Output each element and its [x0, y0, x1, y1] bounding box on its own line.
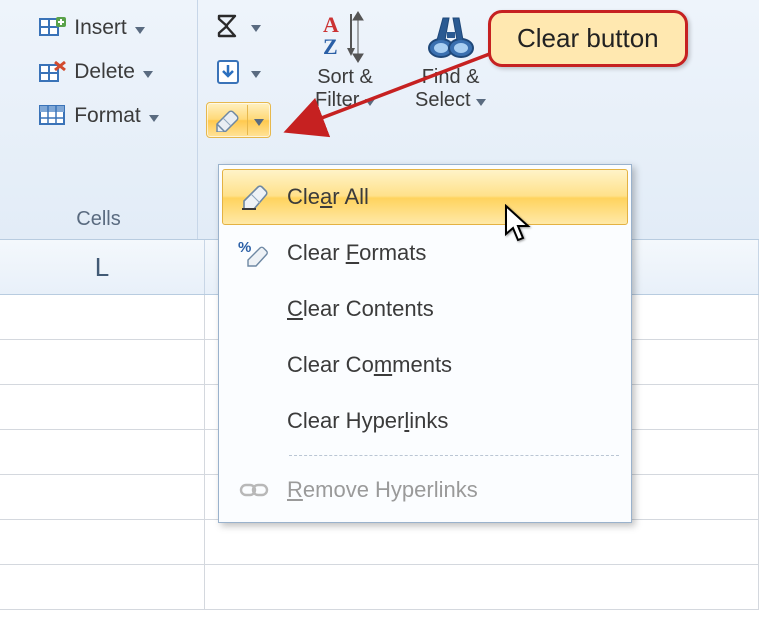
menu-label: Clear Comments [287, 352, 452, 378]
group-label-cells: Cells [76, 204, 120, 237]
delete-label: Delete [74, 60, 135, 84]
menu-label: Clear Hyperlinks [287, 408, 448, 434]
menu-label: Remove Hyperlinks [287, 477, 478, 503]
fill-button[interactable] [206, 54, 271, 90]
sort-filter-button[interactable]: A Z Sort & Filter [309, 6, 381, 138]
menu-remove-hyperlinks: Remove Hyperlinks [222, 462, 628, 518]
group-cells: Insert Delete [0, 0, 198, 239]
menu-label: Clear Formats [287, 240, 426, 266]
insert-cells-icon [38, 13, 68, 43]
percent-eraser-icon: % [223, 238, 287, 268]
delete-cells-icon [38, 57, 68, 87]
hyperlink-icon [223, 479, 287, 501]
grid-row[interactable] [0, 520, 759, 565]
menu-clear-all[interactable]: Clear All [222, 169, 628, 225]
menu-label: Clear All [287, 184, 369, 210]
menu-label: Clear Contents [287, 296, 434, 322]
callout-text: Clear button [517, 23, 659, 53]
menu-clear-comments[interactable]: Clear Comments [222, 337, 628, 393]
format-cells-icon [38, 101, 68, 131]
clear-button[interactable] [206, 102, 271, 138]
sort-az-icon: A Z [317, 8, 373, 64]
dropdown-arrow-icon [143, 60, 153, 84]
fill-down-icon [213, 57, 243, 87]
grid-row[interactable] [0, 565, 759, 610]
format-button[interactable]: Format [29, 96, 168, 136]
menu-clear-hyperlinks[interactable]: Clear Hyperlinks [222, 393, 628, 449]
format-label: Format [74, 104, 141, 128]
dropdown-arrow-icon [135, 16, 145, 40]
column-header-l[interactable]: L [0, 240, 205, 294]
dropdown-arrow-icon [476, 99, 486, 106]
autosum-button[interactable] [206, 8, 271, 44]
eraser-icon [211, 105, 241, 135]
svg-text:%: % [238, 239, 251, 256]
insert-label: Insert [74, 16, 127, 40]
autosum-icon [213, 11, 243, 41]
annotation-callout: Clear button [488, 10, 688, 67]
menu-separator [289, 455, 619, 456]
dropdown-arrow-icon [149, 104, 159, 128]
dropdown-arrow-icon [251, 60, 261, 84]
dropdown-arrow-icon [365, 99, 375, 106]
menu-clear-contents[interactable]: Clear Contents [222, 281, 628, 337]
sort-filter-label: Sort & Filter [315, 66, 375, 112]
find-select-label: Find & Select [415, 66, 486, 112]
dropdown-arrow-icon [254, 108, 264, 132]
dropdown-arrow-icon [251, 14, 261, 38]
find-select-button[interactable]: Find & Select [409, 6, 492, 138]
menu-clear-formats[interactable]: % Clear Formats [222, 225, 628, 281]
insert-button[interactable]: Insert [29, 8, 154, 48]
clear-dropdown-menu: Clear All % Clear Formats Clear Contents… [218, 164, 632, 523]
binoculars-icon [423, 8, 479, 64]
delete-button[interactable]: Delete [29, 52, 162, 92]
svg-text:Z: Z [323, 34, 338, 59]
eraser-icon [223, 183, 287, 211]
